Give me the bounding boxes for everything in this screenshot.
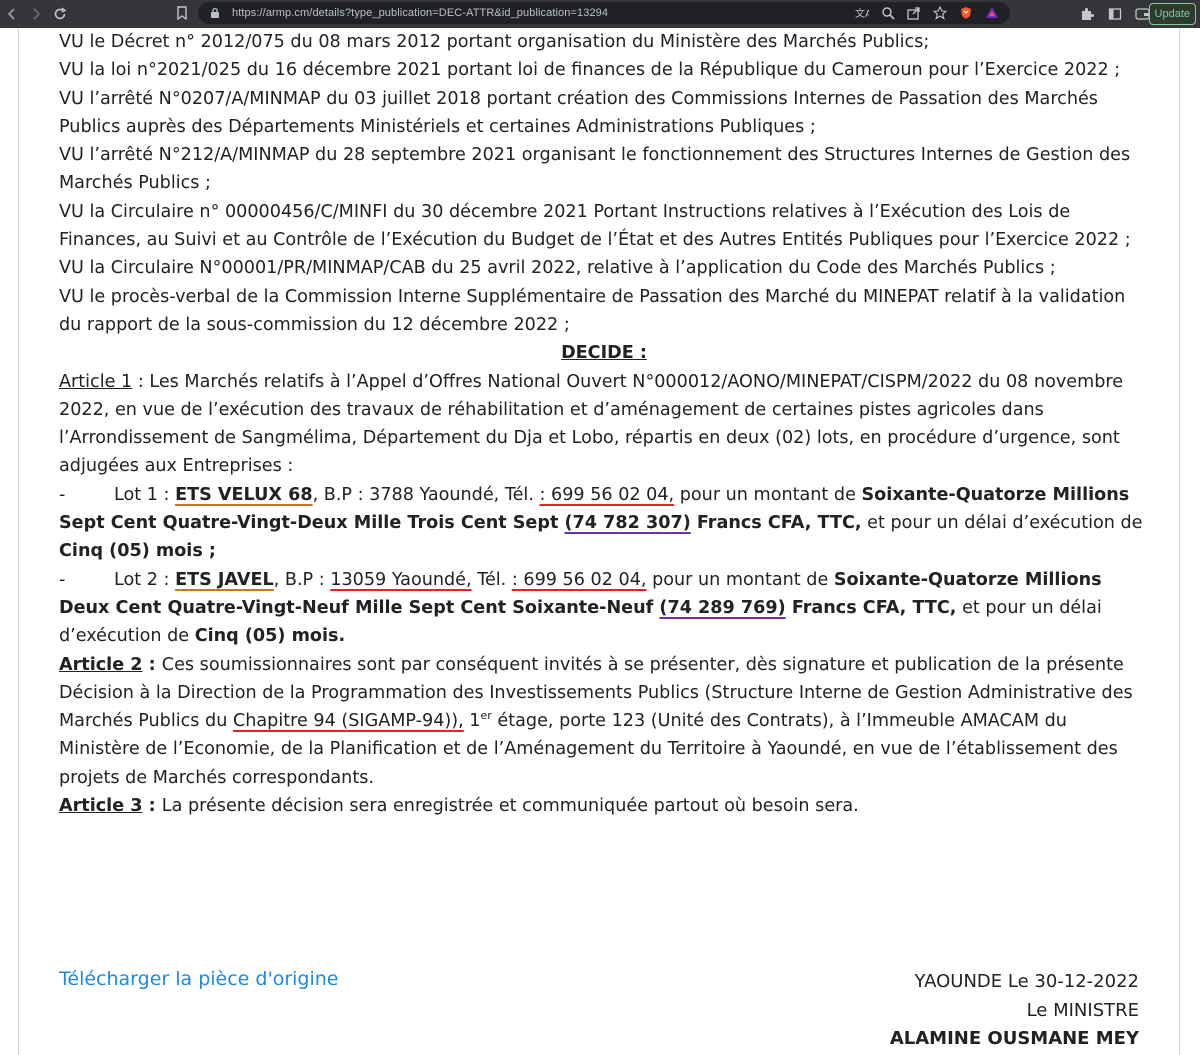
lot-1-amount: (74 782 307) xyxy=(564,513,691,534)
article-3-text: La présente décision sera enregistrée et… xyxy=(161,796,859,817)
preamble-item: VU l’arrêté N°212/A/MINMAP du 28 septemb… xyxy=(59,145,1131,194)
lot-2-label: Lot 2 : xyxy=(114,569,176,590)
lot-2-tel-label: Tél. xyxy=(471,569,512,590)
decide-heading: DECIDE : xyxy=(561,343,647,364)
lot-1-delay: Cinq (05) mois ; xyxy=(59,541,216,562)
preamble-item: VU l’arrêté N°0207/A/MINMAP du 03 juille… xyxy=(59,88,1098,137)
url-text: https://armp.cm/details?type_publication… xyxy=(232,7,609,19)
extensions-icon[interactable] xyxy=(1078,5,1096,23)
svg-text:文A: 文A xyxy=(855,7,869,20)
share-icon[interactable] xyxy=(906,5,922,21)
article-1-label: Article 1 xyxy=(59,371,133,392)
signatory-role: Le MINISTRE xyxy=(1026,999,1139,1021)
lot-2-phone: : 699 56 02 04, xyxy=(511,569,647,590)
article-2-chapitre: Chapitre 94 (SIGAMP-94)), xyxy=(232,711,464,732)
translate-icon[interactable]: 文A xyxy=(854,5,870,21)
signature-block: YAOUNDE Le 30-12-2022 Le MINISTRE ALAMIN… xyxy=(890,968,1139,1054)
article-3: Article 3 : La présente décision sera en… xyxy=(59,792,1149,820)
lot-1-mid: pour un montant de xyxy=(674,484,862,505)
article-2-floor: 1 xyxy=(463,711,481,732)
back-icon[interactable] xyxy=(0,2,24,26)
lot-1-bp: , B.P : 3788 Yaoundé, Tél. xyxy=(312,484,540,505)
lot-2-currency: Francs CFA, TTC, xyxy=(785,597,957,618)
lock-icon xyxy=(208,6,222,20)
address-bar[interactable]: https://armp.cm/details?type_publication… xyxy=(198,2,1010,24)
star-icon[interactable] xyxy=(932,5,948,21)
article-1: Article 1 : Les Marchés relatifs à l’App… xyxy=(59,368,1149,481)
preamble-item: VU la Circulaire n° 00000456/C/MINFI du … xyxy=(59,201,1131,251)
article-2: Article 2 : Ces soumissionnaires sont pa… xyxy=(59,651,1149,792)
lot-1-delay-label: et pour un délai d’exécution de xyxy=(861,513,1143,534)
article-2-label: Article 2 xyxy=(59,654,143,675)
lot-1-phone: : 699 56 02 04, xyxy=(539,484,675,505)
lot-2-bp: , B.P : xyxy=(273,569,331,590)
zoom-icon[interactable] xyxy=(880,5,896,21)
signatory-name: ALAMINE OUSMANE MEY xyxy=(889,1028,1139,1049)
sidebar-icon[interactable] xyxy=(1106,5,1124,23)
separator: : xyxy=(142,796,162,817)
preamble-item: VU le procès-verbal de la Commission Int… xyxy=(59,286,1126,335)
document-footer: Télécharger la pièce d'origine YAOUNDE L… xyxy=(59,968,1139,1055)
lot-2: - Lot 2 : ETS JAVEL, B.P : 13059 Yaoundé,… xyxy=(59,566,1149,651)
article-3-label: Article 3 xyxy=(59,796,143,817)
decision-text: VU le Décret n° 2012/075 du 08 mars 2012… xyxy=(59,28,1149,820)
forward-icon[interactable] xyxy=(24,2,48,26)
lot-1-company: ETS VELUX 68 xyxy=(175,484,313,505)
lot-2-delay: Cinq (05) mois. xyxy=(194,626,346,647)
article-1-text: Les Marchés relatifs à l’Appel d’Offres … xyxy=(59,371,1124,477)
bookmark-icon[interactable] xyxy=(176,6,190,22)
document-page: VU le Décret n° 2012/075 du 08 mars 2012… xyxy=(18,28,1180,1055)
lot-1-label: Lot 1 : xyxy=(114,484,176,505)
reload-icon[interactable] xyxy=(48,2,72,26)
place-date: YAOUNDE Le 30-12-2022 xyxy=(914,971,1139,992)
separator: : xyxy=(132,371,150,392)
update-button[interactable]: Update xyxy=(1148,3,1196,25)
brave-shield-icon[interactable] xyxy=(958,5,974,21)
bullet-dash: - xyxy=(59,569,66,590)
lot-2-city: 13059 Yaoundé, xyxy=(330,569,472,590)
lot-2-company: ETS JAVEL xyxy=(175,569,274,590)
lot-1-currency: Francs CFA, TTC, xyxy=(690,513,862,534)
download-original-link[interactable]: Télécharger la pièce d'origine xyxy=(59,968,338,990)
preamble-item: VU la Circulaire N°00001/PR/MINMAP/CAB d… xyxy=(59,258,1056,279)
browser-toolbar: https://armp.cm/details?type_publication… xyxy=(0,0,1200,28)
separator: : xyxy=(142,654,162,675)
lot-1: - Lot 1 : ETS VELUX 68, B.P : 3788 Yaound… xyxy=(59,481,1149,566)
lot-2-mid: pour un montant de xyxy=(646,569,834,590)
preamble-clipped-line: VU le Décret n° 2012/075 du 08 mars 2012… xyxy=(59,32,930,52)
superscript: er xyxy=(480,709,492,723)
bullet-dash: - xyxy=(59,484,66,505)
preamble-item: VU la loi n°2021/025 du 16 décembre 2021… xyxy=(59,60,1121,81)
lot-2-amount: (74 289 769) xyxy=(659,597,786,618)
brave-rewards-icon[interactable] xyxy=(984,5,1000,21)
